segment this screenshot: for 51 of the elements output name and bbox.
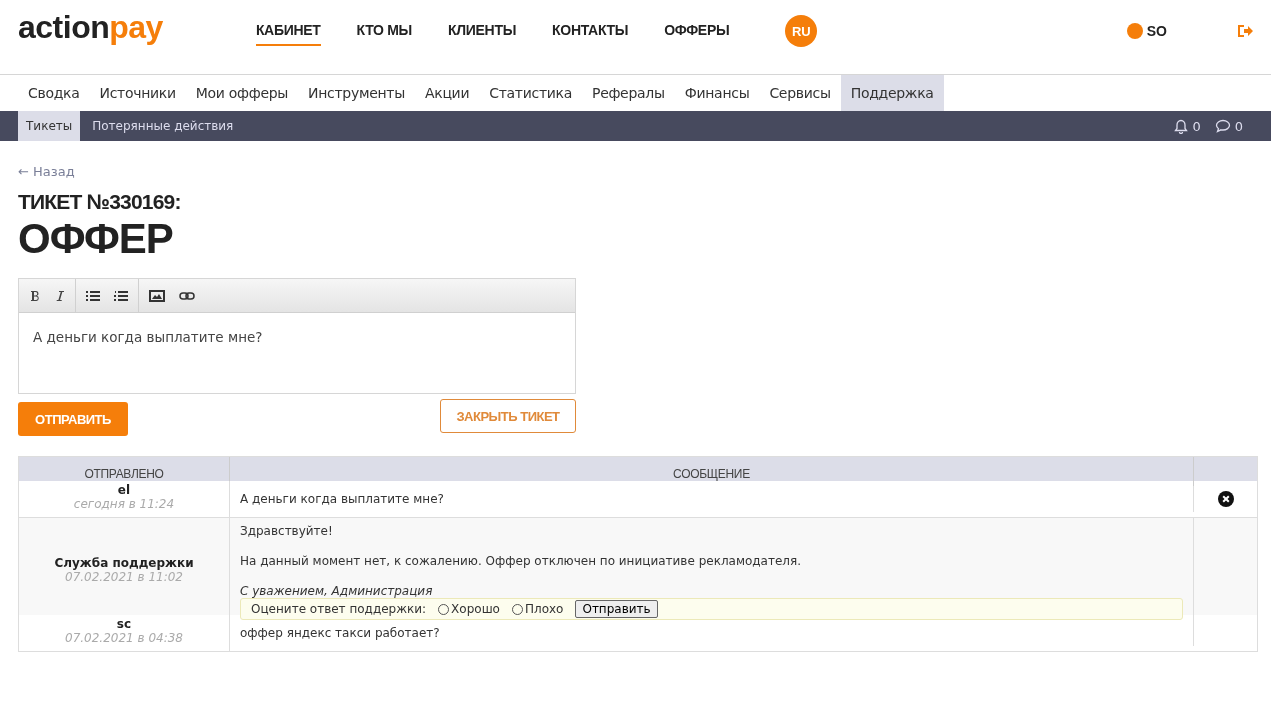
ticket-title: ОФФЕР [18, 216, 174, 262]
sent-time: 07.02.2021 в 11:02 [64, 570, 184, 584]
status-dot-icon [1126, 23, 1143, 39]
rating-option[interactable]: Плохо [511, 602, 564, 616]
ticket-number: ТИКЕТ №330169: [18, 190, 182, 214]
nav-link[interactable]: КЛИЕНТЫ [448, 16, 517, 46]
rating-label: Оцените ответ поддержки: [251, 602, 427, 616]
numbered-list-icon[interactable] [114, 290, 128, 301]
bullet-list-icon[interactable] [86, 290, 100, 301]
menu-tab[interactable]: Финансы [674, 75, 760, 111]
submenu-tab[interactable]: Тикеты [18, 111, 81, 141]
nav-link[interactable]: КАБИНЕТ [255, 16, 321, 46]
sent-time: 07.02.2021 в 04:38 [64, 631, 184, 645]
menu-tab[interactable]: Статистика [479, 75, 582, 111]
message-text: На данный момент нет, к сожалению. Оффер отключен по инициативе рекламодателя. [240, 554, 803, 568]
editor-text: А деньги когда выплатите мне? [32, 328, 264, 347]
logout-icon[interactable] [1237, 24, 1253, 38]
user-name[interactable]: SO [1146, 23, 1167, 39]
menu-tab[interactable]: Мои офферы [185, 75, 299, 111]
message-text: оффер яндекс такси работает? [240, 626, 441, 640]
delete-icon[interactable] [1217, 491, 1234, 507]
sent-time: сегодня в 11:24 [72, 497, 176, 511]
chat-icon[interactable] [1214, 119, 1231, 133]
menu-tab[interactable]: Поддержка [840, 75, 944, 111]
menu-tab[interactable]: Сервисы [759, 75, 841, 111]
menu-tab[interactable]: Акции [414, 75, 480, 111]
back-link[interactable]: ← Назад [18, 164, 75, 179]
sender-name: sc [115, 617, 133, 631]
nav-link[interactable]: ОФФЕРЫ [664, 16, 730, 46]
logo[interactable]: actionpay [18, 8, 163, 46]
nav-link[interactable]: КТО МЫ [356, 16, 412, 46]
text-editor[interactable]: А деньги когда выплатите мне? [18, 278, 576, 394]
message-count: 0 [1234, 118, 1243, 134]
notification-count: 0 [1192, 118, 1201, 134]
bell-icon[interactable] [1174, 118, 1189, 134]
menu-tab[interactable]: Рефералы [582, 75, 675, 111]
menu-tab[interactable]: Инструменты [298, 75, 415, 111]
signature: С уважением, Администрация [240, 584, 434, 598]
submenu-tab[interactable]: Потерянные действия [84, 111, 242, 141]
link-icon[interactable] [179, 290, 195, 301]
sender-name: Служба поддержки [53, 556, 195, 570]
nav-link[interactable]: КОНТАКТЫ [552, 16, 629, 46]
menu-tab[interactable]: Сводка [18, 75, 90, 111]
menu-tab[interactable]: Источники [89, 75, 186, 111]
bold-icon[interactable] [29, 289, 41, 302]
message-text: А деньги когда выплатите мне? [240, 492, 445, 506]
rating-option[interactable]: Хорошо [438, 602, 500, 616]
italic-icon[interactable] [55, 289, 65, 302]
image-icon[interactable] [149, 289, 165, 302]
message-text: Здравствуйте! [240, 524, 334, 538]
submit-rating-button[interactable]: Отправить [575, 600, 658, 618]
